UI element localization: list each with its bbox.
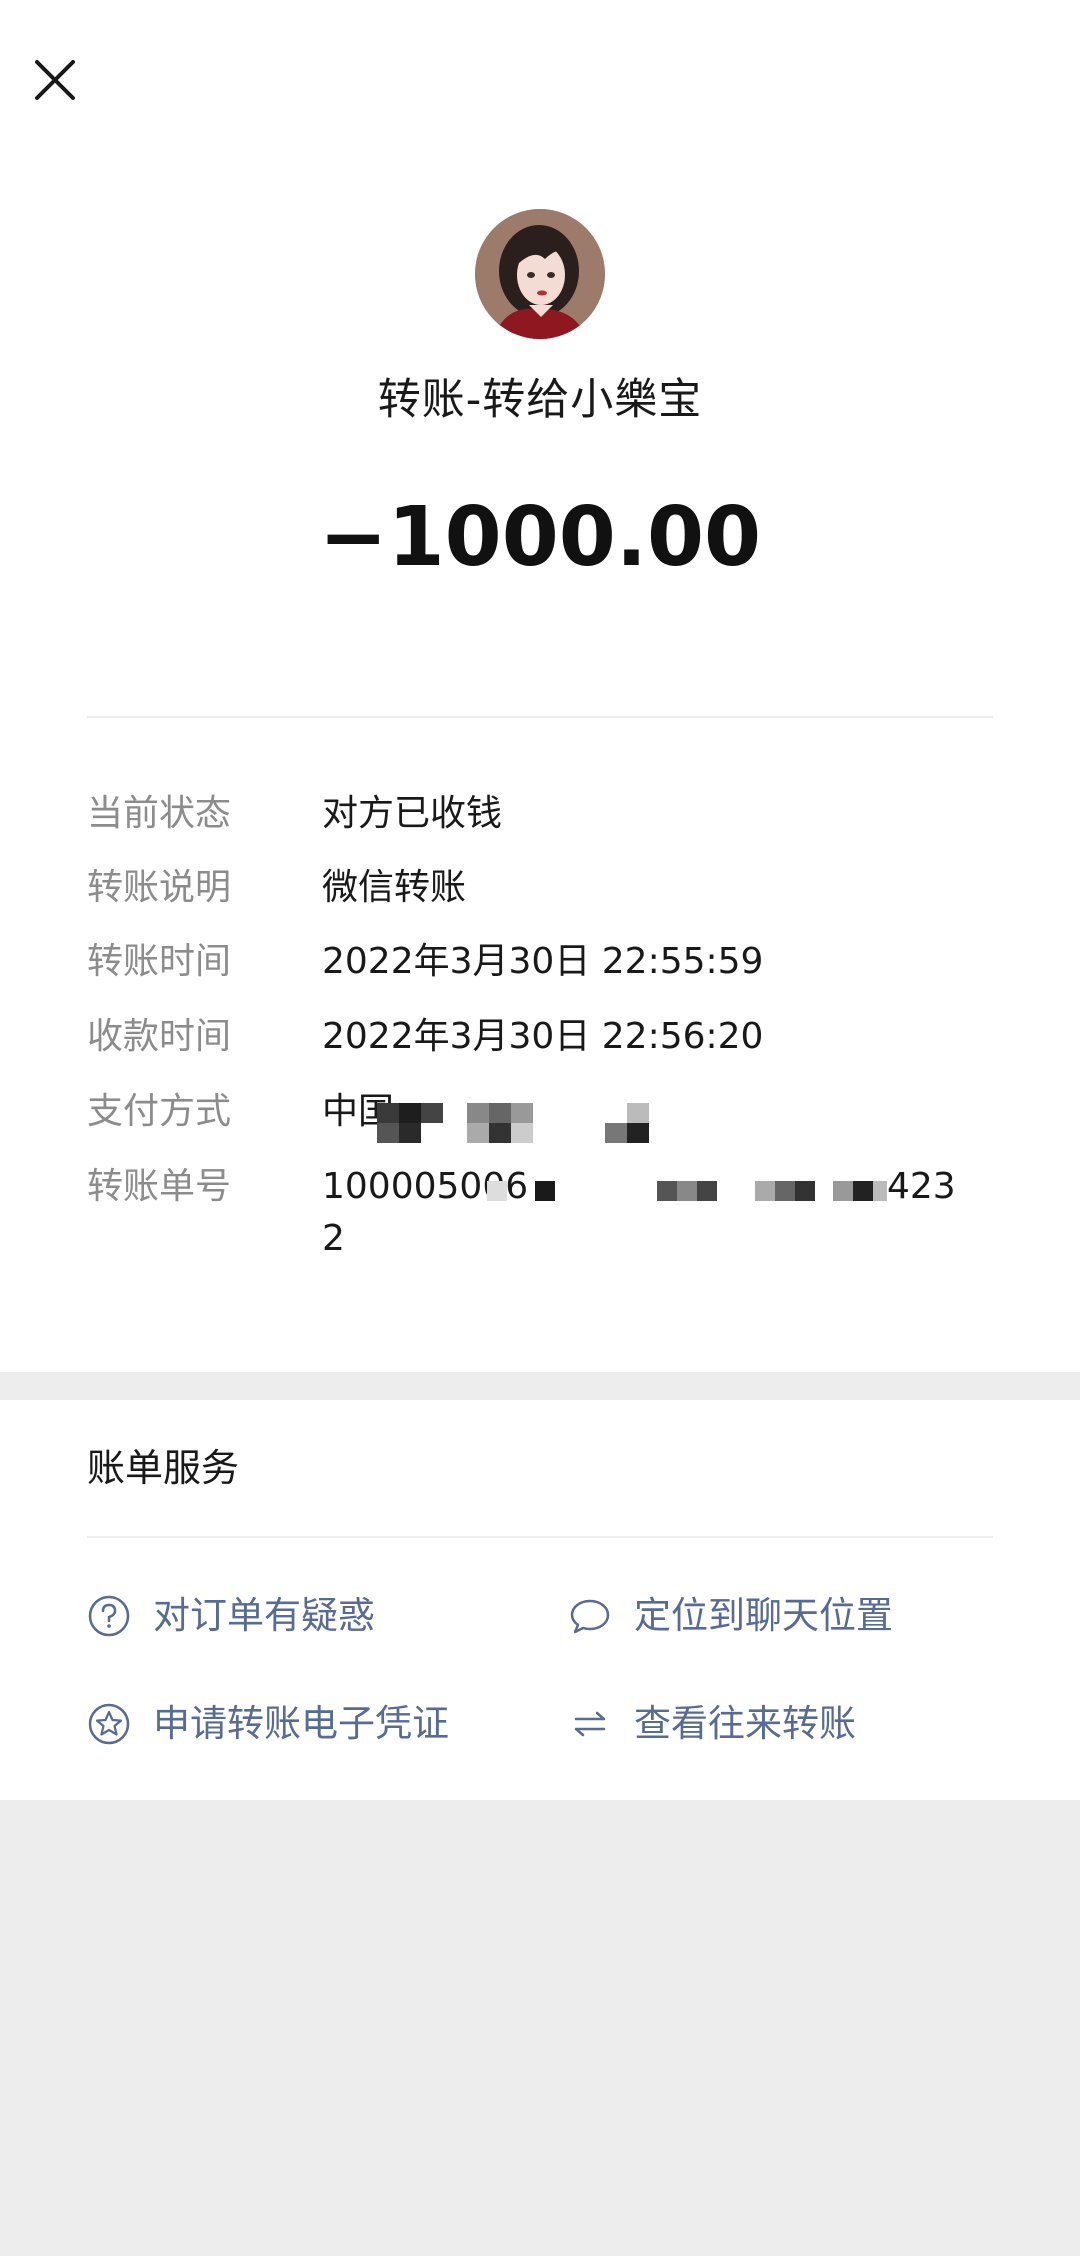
redaction-mosaic	[377, 1103, 649, 1143]
view-transfers-label: 查看往来转账	[634, 1702, 856, 1745]
bill-services-card: 账单服务 对订单有疑惑 定位到聊天位置 申请转账电子凭证 查看往来转账	[0, 1400, 1080, 1800]
transfer-id-line2: 2	[322, 1218, 345, 1259]
request-voucher-label: 申请转账电子凭证	[153, 1702, 449, 1745]
transfer-amount: −1000.00	[318, 490, 762, 585]
star-circle-icon	[87, 1702, 131, 1746]
divider	[87, 716, 993, 718]
receive-time-label: 收款时间	[87, 1016, 232, 1057]
note-value: 微信转账	[322, 867, 467, 908]
status-value: 对方已收钱	[322, 793, 503, 834]
avatar	[475, 209, 605, 339]
locate-chat-link[interactable]: 定位到聊天位置	[568, 1586, 893, 1646]
close-button[interactable]	[30, 55, 80, 105]
request-voucher-link[interactable]: 申请转账电子凭证	[87, 1694, 449, 1754]
order-question-label: 对订单有疑惑	[153, 1594, 375, 1637]
swap-arrows-icon	[568, 1702, 612, 1746]
detail-row-transfer-id: 转账单号 100005006 423 2	[87, 1161, 993, 1271]
detail-row-payment-method: 支付方式 中国	[87, 1086, 993, 1146]
redaction-mosaic	[487, 1181, 887, 1201]
locate-chat-label: 定位到聊天位置	[634, 1594, 893, 1637]
payment-method-label: 支付方式	[87, 1091, 232, 1132]
transaction-detail-card: 转账-转给小樂宝 −1000.00 当前状态 对方已收钱 转账说明 微信转账 转…	[0, 0, 1080, 1372]
question-circle-icon	[87, 1594, 131, 1638]
order-question-link[interactable]: 对订单有疑惑	[87, 1586, 375, 1646]
avatar-illustration	[475, 209, 605, 339]
transfer-id-tail: 423	[887, 1166, 956, 1207]
transfer-time-value: 2022年3月30日 22:55:59	[322, 941, 764, 982]
transfer-time-label: 转账时间	[87, 941, 232, 982]
bill-services-heading: 账单服务	[87, 1446, 240, 1490]
note-label: 转账说明	[87, 867, 232, 908]
transfer-id-label: 转账单号	[87, 1166, 232, 1207]
status-label: 当前状态	[87, 793, 232, 834]
section-gap	[0, 1372, 1080, 1400]
transfer-title: 转账-转给小樂宝	[377, 375, 703, 425]
receive-time-value: 2022年3月30日 22:56:20	[322, 1016, 764, 1057]
divider	[87, 1536, 993, 1538]
close-icon	[35, 60, 75, 100]
chat-bubble-icon	[568, 1594, 612, 1638]
view-transfers-link[interactable]: 查看往来转账	[568, 1694, 856, 1754]
